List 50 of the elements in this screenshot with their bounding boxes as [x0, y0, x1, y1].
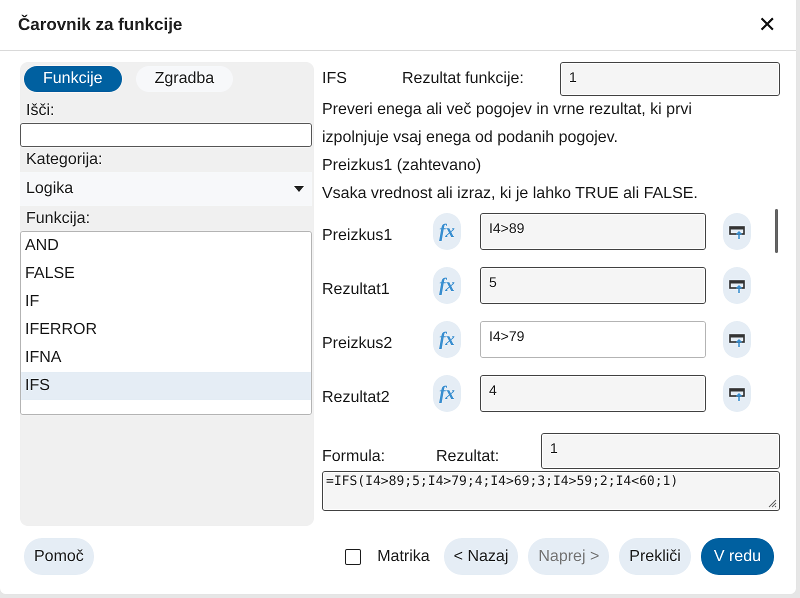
- argument-field[interactable]: 4: [480, 375, 706, 412]
- shrink-button[interactable]: [723, 375, 751, 412]
- shrink-button[interactable]: [723, 213, 751, 250]
- argument-label: Preizkus1: [322, 226, 394, 244]
- function-description: Preveri enega ali več pogojev in vrne rezultat, ki prvi izpolnjuje vsaj enega od podanih pogojev.: [322, 100, 693, 148]
- argument-description: Vsaka vrednost ali izraz, ki je lahko TRUE ali FALSE.: [322, 184, 699, 204]
- function-name: IFS: [322, 70, 348, 88]
- array-label: Matrika: [377, 548, 430, 566]
- category-dropdown[interactable]: Logika: [20, 172, 312, 206]
- dialog-button[interactable]: Prekliči: [619, 538, 691, 575]
- array-checkbox[interactable]: [345, 548, 362, 564]
- window-title: Čarovnik za funkcije: [18, 15, 182, 35]
- argument-label: Rezultat2: [322, 388, 391, 406]
- formula-field[interactable]: =IFS(I4>89;5;I4>79;4;I4>69;3;I4>59;2;I4<60;1): [322, 471, 780, 511]
- shrink-icon: [729, 386, 745, 402]
- resize-grip-icon: [768, 499, 777, 508]
- search-label: Išči:: [25, 101, 56, 121]
- shrink-icon: [729, 224, 745, 240]
- shrink-button[interactable]: [723, 321, 751, 358]
- argument-label: Rezultat1: [322, 280, 391, 298]
- function-item[interactable]: IFERROR: [21, 316, 311, 344]
- tab[interactable]: Funkcije: [24, 66, 122, 92]
- close-button[interactable]: ✕: [754, 12, 780, 38]
- tab[interactable]: Zgradba: [136, 66, 234, 92]
- argument-title: Preizkus1 (zahtevano): [322, 156, 482, 176]
- argument-field[interactable]: I4>89: [480, 213, 706, 250]
- shrink-icon: [729, 278, 745, 294]
- function-item[interactable]: AND: [21, 232, 311, 260]
- help-button[interactable]: Pomoč: [24, 538, 94, 575]
- argument-field[interactable]: 5: [480, 267, 706, 304]
- shrink-button[interactable]: [723, 267, 751, 304]
- dialog-button[interactable]: V redu: [700, 538, 774, 575]
- shrink-icon: [729, 332, 745, 348]
- dropdown-arrow-icon: [294, 186, 304, 192]
- formula-label: Formula:: [322, 447, 386, 466]
- function-label: Funkcija:: [25, 209, 92, 229]
- category-label: Kategorija:: [25, 150, 104, 170]
- function-item[interactable]: IFS: [21, 372, 311, 400]
- function-result-label: Rezultat funkcije:: [402, 70, 525, 88]
- result-field: 1: [541, 433, 780, 469]
- dialog-button[interactable]: < Nazaj: [444, 538, 518, 575]
- scrollbar[interactable]: [775, 209, 778, 253]
- argument-label: Preizkus2: [322, 334, 394, 352]
- function-item[interactable]: FALSE: [21, 260, 311, 288]
- function-item[interactable]: IF: [21, 288, 311, 316]
- search-field[interactable]: [20, 123, 312, 147]
- function-result-field: 1: [560, 62, 780, 96]
- function-item[interactable]: IFNA: [21, 344, 311, 372]
- argument-field[interactable]: I4>79: [480, 321, 706, 358]
- result-label: Rezultat:: [436, 447, 500, 466]
